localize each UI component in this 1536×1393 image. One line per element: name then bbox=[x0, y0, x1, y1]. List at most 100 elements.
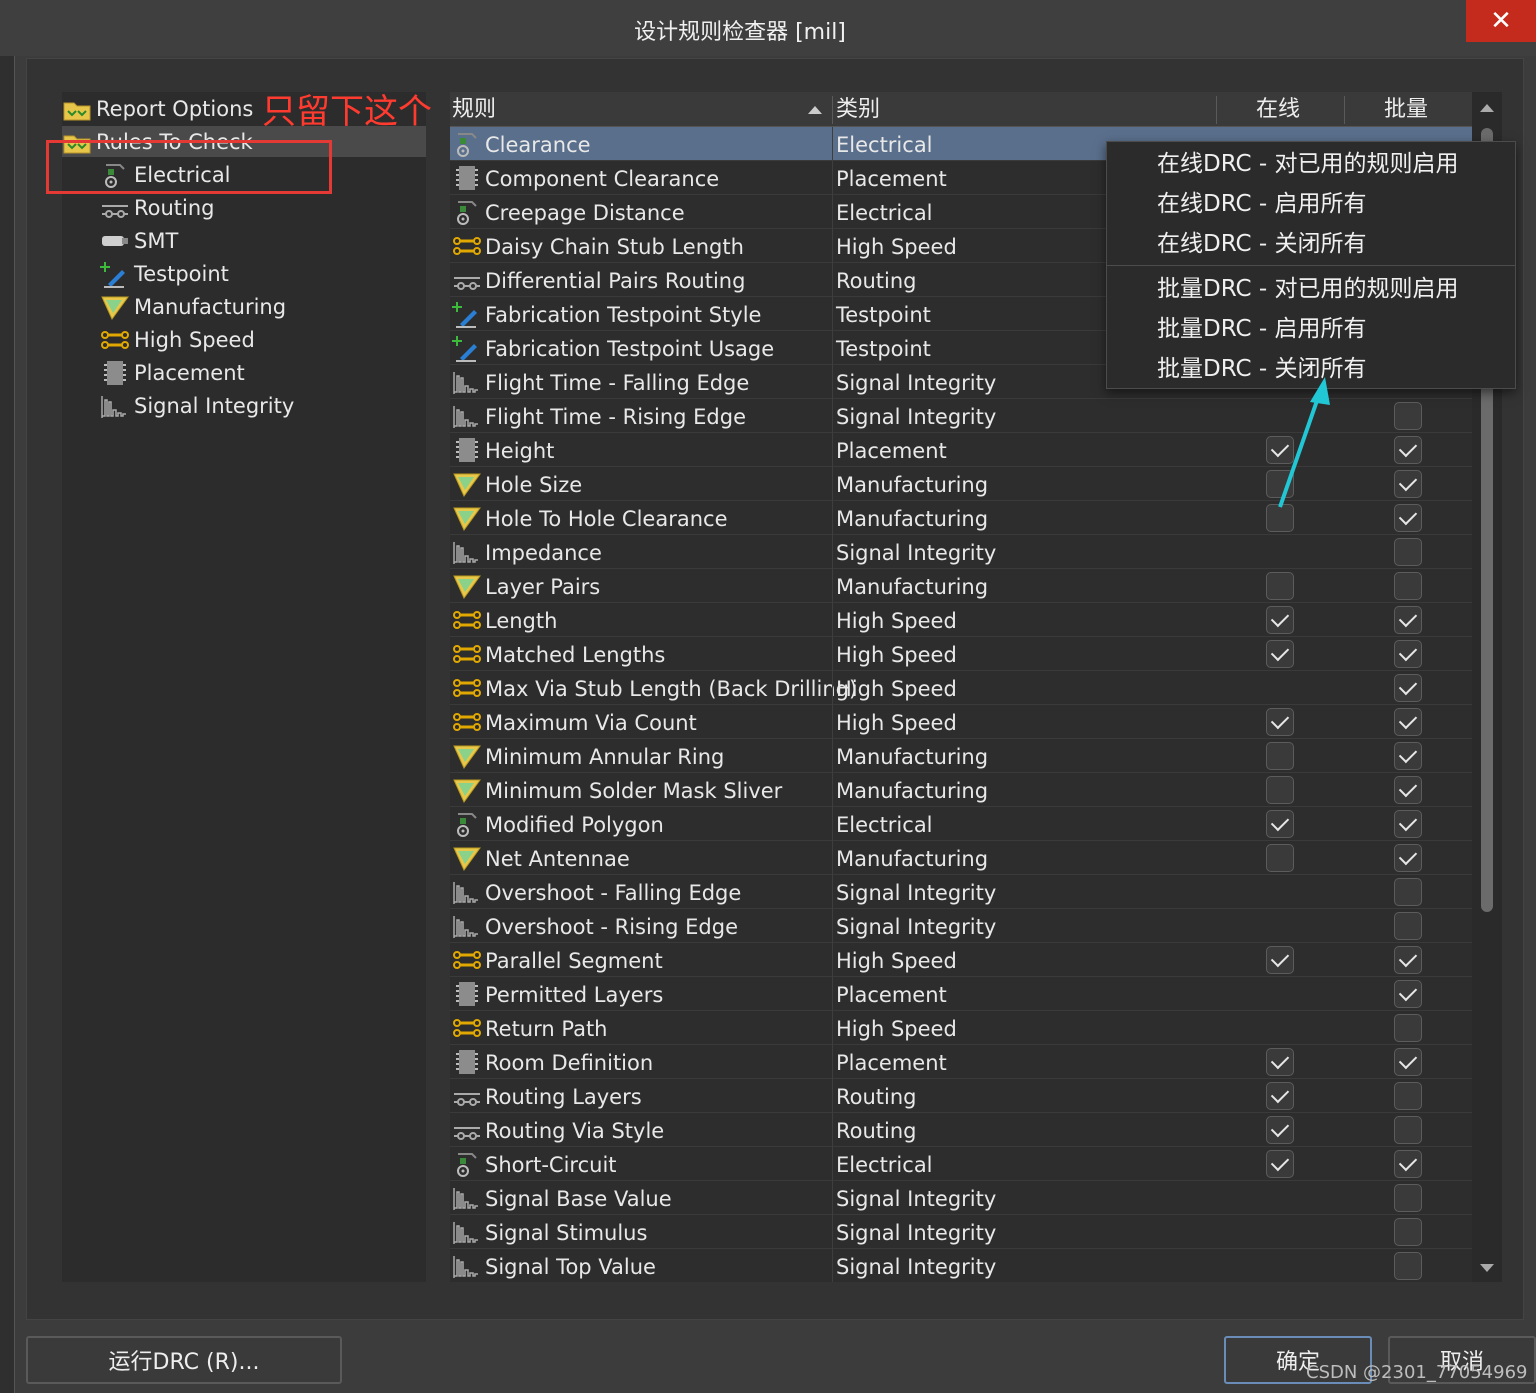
run-drc-button[interactable]: 运行DRC (R)... bbox=[26, 1336, 342, 1384]
batch-checkbox[interactable] bbox=[1394, 640, 1422, 668]
batch-checkbox[interactable] bbox=[1394, 674, 1422, 702]
menu-item-batch-enable-all[interactable]: 批量DRC - 启用所有 bbox=[1157, 311, 1367, 347]
header-category[interactable]: 类别 bbox=[836, 92, 880, 126]
batch-checkbox[interactable] bbox=[1394, 1014, 1422, 1042]
batch-checkbox[interactable] bbox=[1394, 1252, 1422, 1280]
table-row[interactable]: Signal Stimulus Signal Integrity bbox=[450, 1215, 1472, 1249]
tree-item-label: High Speed bbox=[134, 327, 255, 352]
table-row[interactable]: Permitted Layers Placement bbox=[450, 977, 1472, 1011]
table-row[interactable]: Parallel Segment High Speed bbox=[450, 943, 1472, 977]
batch-checkbox[interactable] bbox=[1394, 810, 1422, 838]
batch-checkbox[interactable] bbox=[1394, 538, 1422, 566]
menu-item-online-enable-all[interactable]: 在线DRC - 启用所有 bbox=[1157, 186, 1367, 222]
table-row[interactable]: Signal Top Value Signal Integrity bbox=[450, 1249, 1472, 1282]
column-divider bbox=[832, 433, 833, 467]
table-row[interactable]: Minimum Annular Ring Manufacturing bbox=[450, 739, 1472, 773]
tree-item-placement[interactable]: Placement bbox=[100, 356, 245, 389]
table-row[interactable]: Room Definition Placement bbox=[450, 1045, 1472, 1079]
column-divider bbox=[832, 127, 833, 161]
menu-item-online-disable-all[interactable]: 在线DRC - 关闭所有 bbox=[1157, 226, 1367, 262]
rule-category: Electrical bbox=[836, 1153, 933, 1177]
batch-checkbox[interactable] bbox=[1394, 572, 1422, 600]
tree-item-high-speed[interactable]: High Speed bbox=[100, 323, 255, 356]
menu-item-batch-enable-used[interactable]: 批量DRC - 对已用的规则启用 bbox=[1157, 271, 1459, 307]
watermark: CSDN @2301_77054969 bbox=[1306, 1362, 1528, 1383]
table-row[interactable]: Matched Lengths High Speed bbox=[450, 637, 1472, 671]
table-row[interactable]: Layer Pairs Manufacturing bbox=[450, 569, 1472, 603]
tree-item-manufacturing[interactable]: Manufacturing bbox=[100, 290, 286, 323]
header-rule[interactable]: 规则 bbox=[452, 92, 496, 126]
tree-item-smt[interactable]: SMT bbox=[100, 224, 178, 257]
batch-checkbox[interactable] bbox=[1394, 742, 1422, 770]
table-row[interactable]: Short-Circuit Electrical bbox=[450, 1147, 1472, 1181]
batch-checkbox[interactable] bbox=[1394, 1218, 1422, 1246]
batch-checkbox[interactable] bbox=[1394, 1082, 1422, 1110]
online-checkbox[interactable] bbox=[1266, 606, 1294, 634]
table-row[interactable]: Overshoot - Falling Edge Signal Integrity bbox=[450, 875, 1472, 909]
batch-checkbox[interactable] bbox=[1394, 606, 1422, 634]
online-checkbox[interactable] bbox=[1266, 810, 1294, 838]
table-row[interactable]: Max Via Stub Length (Back Drilling) High … bbox=[450, 671, 1472, 705]
table-row[interactable]: Routing Via Style Routing bbox=[450, 1113, 1472, 1147]
menu-divider bbox=[1107, 265, 1515, 266]
batch-checkbox[interactable] bbox=[1394, 946, 1422, 974]
table-row[interactable]: Minimum Solder Mask Sliver Manufacturing bbox=[450, 773, 1472, 807]
tree-item-signal-integrity[interactable]: Signal Integrity bbox=[100, 389, 294, 422]
online-checkbox[interactable] bbox=[1266, 640, 1294, 668]
online-checkbox[interactable] bbox=[1266, 1116, 1294, 1144]
rule-name: Maximum Via Count bbox=[485, 711, 697, 735]
signal-icon bbox=[452, 878, 482, 906]
table-row[interactable]: Routing Layers Routing bbox=[450, 1079, 1472, 1113]
batch-checkbox[interactable] bbox=[1394, 844, 1422, 872]
scroll-down-icon[interactable] bbox=[1480, 1264, 1494, 1272]
batch-checkbox[interactable] bbox=[1394, 980, 1422, 1008]
online-checkbox[interactable] bbox=[1266, 572, 1294, 600]
tree-item-testpoint[interactable]: Testpoint bbox=[100, 257, 229, 290]
header-batch[interactable]: 批量 bbox=[1384, 92, 1428, 126]
table-row[interactable]: Impedance Signal Integrity bbox=[450, 535, 1472, 569]
highspeed-icon bbox=[452, 946, 482, 974]
batch-checkbox[interactable] bbox=[1394, 912, 1422, 940]
highspeed-icon bbox=[452, 674, 482, 702]
rule-category: Placement bbox=[836, 167, 947, 191]
batch-checkbox[interactable] bbox=[1394, 776, 1422, 804]
background-window-edge bbox=[0, 0, 15, 1393]
batch-checkbox[interactable] bbox=[1394, 504, 1422, 532]
batch-checkbox[interactable] bbox=[1394, 1048, 1422, 1076]
batch-checkbox[interactable] bbox=[1394, 1150, 1422, 1178]
batch-checkbox[interactable] bbox=[1394, 878, 1422, 906]
placement-icon bbox=[100, 359, 130, 387]
batch-checkbox[interactable] bbox=[1394, 1184, 1422, 1212]
table-row[interactable]: Net Antennae Manufacturing bbox=[450, 841, 1472, 875]
rule-category: High Speed bbox=[836, 609, 957, 633]
table-row[interactable]: Modified Polygon Electrical bbox=[450, 807, 1472, 841]
batch-checkbox[interactable] bbox=[1394, 402, 1422, 430]
online-checkbox[interactable] bbox=[1266, 1048, 1294, 1076]
online-checkbox[interactable] bbox=[1266, 844, 1294, 872]
rule-name: Creepage Distance bbox=[485, 201, 685, 225]
table-row[interactable]: Overshoot - Rising Edge Signal Integrity bbox=[450, 909, 1472, 943]
tree-item-routing[interactable]: Routing bbox=[100, 191, 215, 224]
online-checkbox[interactable] bbox=[1266, 946, 1294, 974]
online-checkbox[interactable] bbox=[1266, 708, 1294, 736]
online-checkbox[interactable] bbox=[1266, 776, 1294, 804]
signal-icon bbox=[100, 392, 130, 420]
online-checkbox[interactable] bbox=[1266, 1082, 1294, 1110]
table-row[interactable]: Maximum Via Count High Speed bbox=[450, 705, 1472, 739]
online-checkbox[interactable] bbox=[1266, 1150, 1294, 1178]
column-divider bbox=[832, 195, 833, 229]
scroll-up-icon[interactable] bbox=[1480, 104, 1494, 112]
batch-checkbox[interactable] bbox=[1394, 436, 1422, 464]
tree-item-report-options[interactable]: Report Options bbox=[62, 92, 253, 125]
online-checkbox[interactable] bbox=[1266, 742, 1294, 770]
menu-item-online-enable-used[interactable]: 在线DRC - 对已用的规则启用 bbox=[1157, 146, 1459, 182]
table-row[interactable]: Return Path High Speed bbox=[450, 1011, 1472, 1045]
table-row[interactable]: Signal Base Value Signal Integrity bbox=[450, 1181, 1472, 1215]
batch-checkbox[interactable] bbox=[1394, 708, 1422, 736]
batch-checkbox[interactable] bbox=[1394, 1116, 1422, 1144]
batch-checkbox[interactable] bbox=[1394, 470, 1422, 498]
table-row[interactable]: Length High Speed bbox=[450, 603, 1472, 637]
rule-name: Signal Base Value bbox=[485, 1187, 672, 1211]
close-button[interactable]: ✕ bbox=[1466, 0, 1536, 42]
header-online[interactable]: 在线 bbox=[1256, 92, 1300, 126]
